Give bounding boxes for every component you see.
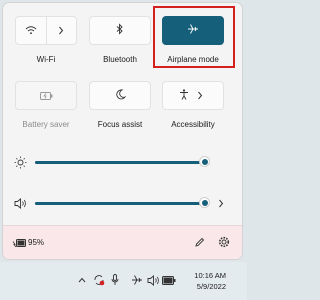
- bluetooth-label: Bluetooth: [103, 55, 137, 64]
- battery-charging-icon: [11, 237, 27, 249]
- volume-slider[interactable]: [35, 196, 211, 210]
- moon-icon: [115, 87, 126, 105]
- bluetooth-icon: [116, 22, 124, 40]
- chevron-right-icon: [197, 87, 203, 105]
- volume-thumb[interactable]: [199, 197, 210, 208]
- wifi-toggle[interactable]: [16, 17, 46, 44]
- chevron-up-icon[interactable]: [77, 274, 87, 286]
- clock-time[interactable]: 10:16 AM: [180, 271, 226, 280]
- accessibility-tile[interactable]: [162, 81, 224, 110]
- accessibility-label: Accessibility: [171, 120, 215, 129]
- focus-assist-label: Focus assist: [97, 120, 143, 129]
- airplane-icon[interactable]: [130, 273, 143, 287]
- battery-saver-icon: [39, 87, 53, 105]
- wifi-label: Wi-Fi: [36, 55, 56, 64]
- chevron-right-icon: [58, 22, 64, 40]
- wifi-tile[interactable]: [15, 16, 77, 45]
- quick-settings-footer: 95%: [3, 225, 242, 259]
- microphone-icon[interactable]: [110, 273, 120, 287]
- volume-icon[interactable]: [146, 273, 160, 287]
- edit-pencil-icon[interactable]: [192, 235, 206, 249]
- clock-date[interactable]: 5/9/2022: [180, 282, 226, 291]
- volume-fill: [35, 202, 205, 205]
- airplane-mode-highlight-box: [153, 6, 235, 68]
- brightness-icon: [13, 155, 27, 169]
- speaker-icon: [13, 196, 27, 210]
- battery-saver-tile[interactable]: [15, 81, 77, 110]
- brightness-slider[interactable]: [35, 155, 211, 169]
- bluetooth-tile[interactable]: [89, 16, 151, 45]
- sync-error-icon[interactable]: [92, 273, 105, 287]
- accessibility-icon: [179, 87, 189, 105]
- wifi-expand-button[interactable]: [47, 17, 77, 44]
- accessibility-expand-button[interactable]: [193, 82, 223, 109]
- battery-icon[interactable]: [162, 273, 176, 287]
- battery-saver-label: Battery saver: [22, 120, 70, 129]
- brightness-thumb[interactable]: [199, 156, 210, 167]
- taskbar: 10:16 AM 5/9/2022: [0, 262, 247, 300]
- wifi-icon: [25, 22, 37, 40]
- settings-gear-icon[interactable]: [217, 235, 231, 249]
- battery-percent[interactable]: 95%: [28, 238, 44, 247]
- brightness-fill: [35, 161, 205, 164]
- accessibility-toggle[interactable]: [163, 82, 193, 109]
- focus-assist-tile[interactable]: [89, 81, 151, 110]
- audio-output-chevron-icon[interactable]: [215, 197, 227, 209]
